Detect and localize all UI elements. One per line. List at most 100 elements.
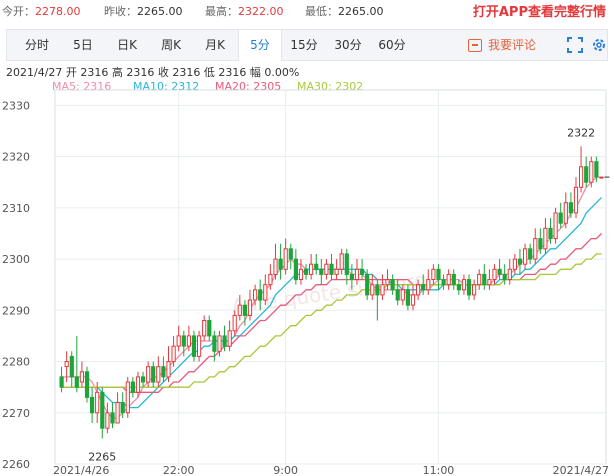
candle-up [237, 304, 242, 316]
candle-up [431, 268, 436, 280]
candle-up [599, 176, 604, 179]
candle-down [360, 268, 365, 275]
candle-down [293, 258, 298, 281]
candle-up [461, 279, 467, 291]
candle-down [482, 273, 487, 286]
candle-up [380, 284, 385, 296]
price-annotation: 2322 [567, 126, 595, 139]
x-tick-label: 9:00 [273, 464, 298, 476]
candle-down [538, 238, 543, 250]
candle-up [339, 253, 344, 270]
candle-down [441, 279, 446, 286]
candle-down [74, 376, 79, 388]
x-tick-label: 11:00 [423, 464, 455, 476]
candle-up [247, 299, 253, 317]
candle-up [512, 258, 517, 270]
y-tick-label: 2310 [2, 202, 30, 215]
candle-up [523, 248, 528, 265]
candle-down [558, 212, 563, 224]
y-tick-label: 2300 [2, 253, 30, 266]
candle-down [349, 273, 354, 280]
candle-up [268, 273, 273, 286]
candle-down [365, 273, 370, 296]
candle-up [217, 335, 222, 352]
candle-down [548, 227, 553, 240]
candle-down [517, 258, 523, 265]
candle-up [553, 212, 558, 240]
candle-up [125, 381, 130, 414]
candle-up [573, 186, 579, 214]
candle-down [421, 284, 426, 291]
y-tick-label: 2290 [2, 304, 30, 317]
candle-down [319, 268, 324, 275]
candle-up [197, 335, 202, 357]
candle-down [466, 279, 472, 296]
candle-down [141, 376, 146, 383]
candle-up [410, 294, 416, 306]
candlestick-chart: 2260 2270 2280 2290 2300 2310 2320 2330 2021/4/2… [2, 89, 610, 476]
candle-down [181, 335, 186, 347]
y-tick-label: 2330 [2, 99, 30, 112]
candle-down [212, 335, 217, 352]
candle-down [497, 268, 502, 275]
candle-up [309, 263, 314, 275]
y-tick-label: 2270 [2, 407, 30, 420]
candle-up [298, 268, 304, 280]
candle-down [436, 268, 441, 280]
candle-up [273, 258, 278, 276]
candle-down [242, 304, 248, 316]
y-tick-label: 2320 [2, 151, 30, 164]
candle-up [563, 202, 568, 224]
candle-down [161, 366, 166, 378]
candle-up [324, 263, 329, 275]
candle-down [456, 284, 461, 291]
candle-up [477, 273, 482, 286]
candle-down [258, 289, 263, 301]
candle-up [263, 284, 268, 301]
candle-up [156, 366, 161, 383]
candle-down [110, 412, 115, 424]
candle-up [176, 335, 181, 347]
candle-up [253, 289, 258, 301]
x-tick-label: 2021/4/26 [53, 464, 109, 476]
candle-down [191, 335, 197, 357]
candle-up [472, 284, 477, 296]
candle-down [151, 366, 156, 383]
candle-up [79, 371, 85, 383]
candle-up [589, 161, 594, 183]
candle-up [334, 268, 339, 275]
candle-up [171, 345, 176, 363]
candle-up [283, 248, 288, 270]
candle-up [492, 268, 497, 280]
candle-down [329, 263, 334, 275]
candle-up [543, 227, 548, 250]
candle-up [95, 391, 100, 414]
candle-up [227, 330, 232, 347]
candle-up [232, 314, 237, 332]
candle-down [375, 284, 380, 296]
candle-up [354, 268, 360, 280]
x-tick-label: 22:00 [163, 464, 195, 476]
candle-up [426, 279, 431, 291]
candle-up [400, 289, 405, 301]
candle-up [202, 320, 207, 337]
candle-down [90, 396, 95, 414]
x-tick-label: 2021/4/27 [553, 464, 609, 476]
candle-down [568, 202, 573, 214]
candle-up [166, 361, 171, 378]
candle-down [584, 166, 589, 183]
candle-down [100, 391, 105, 429]
candle-down [278, 258, 283, 270]
candle-up [115, 402, 120, 424]
candle-down [594, 161, 599, 178]
candle-down [304, 268, 309, 275]
candle-down [390, 279, 395, 291]
candle-down [207, 320, 212, 337]
candle-down [405, 289, 410, 306]
candle-down [451, 273, 456, 286]
price-annotation: 2265 [88, 450, 116, 463]
candle-down [69, 355, 74, 378]
candle-down [222, 335, 227, 347]
y-tick-label: 2280 [2, 356, 30, 369]
candle-down [59, 376, 64, 388]
